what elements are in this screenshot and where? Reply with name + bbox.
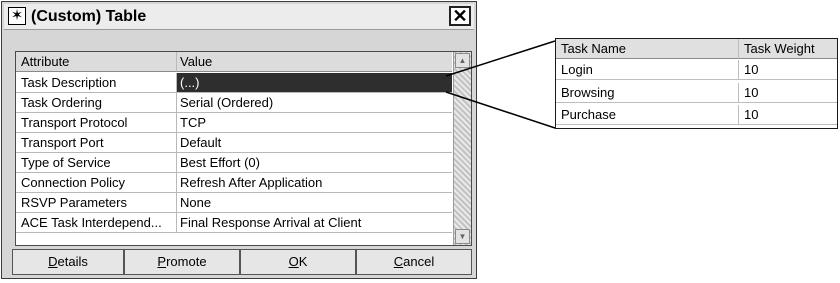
ok-label: K: [298, 254, 308, 269]
attribute-name: Transport Protocol: [16, 113, 177, 133]
attribute-value[interactable]: None: [177, 193, 452, 213]
ok-button[interactable]: OK: [240, 249, 356, 275]
task-row[interactable]: Login 10: [556, 60, 837, 80]
attribute-value[interactable]: Default: [177, 133, 452, 153]
details-mnemonic: D: [48, 254, 58, 269]
task-name[interactable]: Browsing: [556, 83, 739, 103]
attribute-name: Task Ordering: [16, 93, 177, 113]
attribute-value[interactable]: Final Response Arrival at Client: [177, 213, 452, 233]
attribute-name: Connection Policy: [16, 173, 177, 193]
promote-mnemonic: P: [157, 254, 167, 269]
close-button[interactable]: ✕: [449, 6, 471, 26]
task-name[interactable]: Login: [556, 60, 739, 80]
task-row[interactable]: Purchase 10: [556, 105, 837, 125]
task-weight-table: Task Name Task Weight Login 10 Browsing …: [555, 38, 838, 129]
attribute-value[interactable]: TCP: [177, 113, 452, 133]
app-star-icon: ✶: [8, 7, 26, 25]
attribute-name: Transport Port: [16, 133, 177, 153]
details-button[interactable]: Details: [12, 249, 124, 275]
cancel-button[interactable]: Cancel: [356, 249, 472, 275]
dialog-button-bar: Details Promote OK Cancel: [12, 249, 472, 275]
attribute-value[interactable]: Serial (Ordered): [177, 93, 452, 113]
scroll-down-icon[interactable]: ▼: [455, 229, 470, 244]
window-title: (Custom) Table: [31, 8, 147, 25]
column-header-attribute[interactable]: Attribute: [16, 52, 177, 72]
scroll-up-icon[interactable]: ▲: [455, 53, 470, 68]
column-header-task-weight[interactable]: Task Weight: [739, 39, 837, 59]
cancel-mnemonic: C: [393, 254, 404, 269]
task-weight[interactable]: 10: [739, 83, 837, 103]
custom-table-dialog: ✶ (Custom) Table ✕ Attribute Value Task …: [1, 1, 477, 279]
column-header-value[interactable]: Value: [177, 52, 452, 72]
promote-button[interactable]: Promote: [124, 249, 240, 275]
task-weight[interactable]: 10: [739, 60, 837, 80]
title-bar[interactable]: ✶ (Custom) Table ✕: [4, 4, 474, 30]
attribute-name: ACE Task Interdepend...: [16, 213, 177, 233]
attribute-grid: Attribute Value Task Description (...) T…: [15, 51, 472, 246]
ok-mnemonic: O: [288, 254, 299, 269]
cancel-label: ancel: [403, 254, 435, 269]
attribute-name: Task Description: [16, 73, 177, 93]
task-row[interactable]: Browsing 10: [556, 83, 837, 103]
task-name[interactable]: Purchase: [556, 105, 739, 125]
attribute-name: RSVP Parameters: [16, 193, 177, 213]
attribute-value[interactable]: (...): [177, 73, 452, 93]
task-table-header: Task Name Task Weight: [556, 39, 837, 59]
attribute-value[interactable]: Best Effort (0): [177, 153, 452, 173]
attribute-value[interactable]: Refresh After Application: [177, 173, 452, 193]
details-label: etails: [57, 254, 88, 269]
vertical-scrollbar[interactable]: ▲ ▼: [453, 52, 471, 245]
promote-label: romote: [166, 254, 207, 269]
attribute-name: Type of Service: [16, 153, 177, 173]
column-header-task-name[interactable]: Task Name: [556, 39, 739, 59]
task-weight[interactable]: 10: [739, 105, 837, 125]
